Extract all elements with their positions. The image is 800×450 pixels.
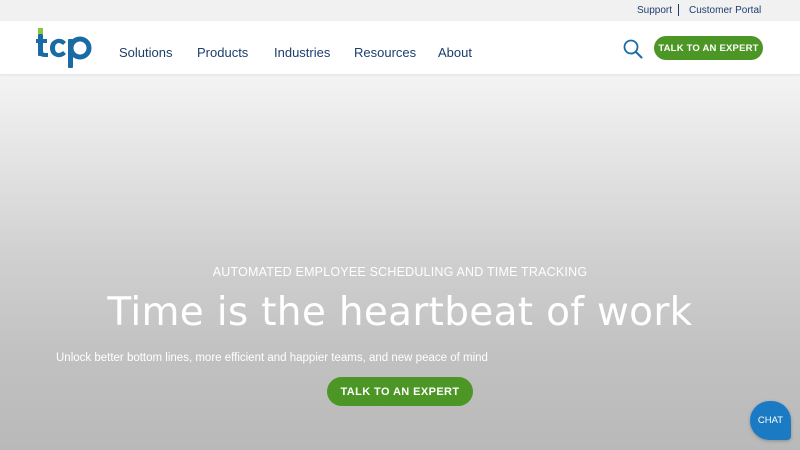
search-icon[interactable] (623, 39, 643, 59)
customer-portal-link[interactable]: Customer Portal (689, 5, 761, 16)
chat-label: CHAT (757, 415, 784, 426)
utility-divider (678, 4, 679, 16)
hero-subtitle: Unlock better bottom lines, more efficie… (56, 352, 488, 364)
talk-to-expert-button-header[interactable]: TALK TO AN EXPERT (654, 36, 763, 60)
chat-button[interactable]: CHAT (750, 401, 791, 440)
nav-products[interactable]: Products (197, 45, 248, 60)
hero-title: Time is the heartbeat of work (107, 290, 693, 335)
tcp-logo[interactable] (36, 27, 92, 69)
tcp-logo-icon (36, 28, 92, 68)
hero-eyebrow: AUTOMATED EMPLOYEE SCHEDULING AND TIME T… (212, 265, 588, 279)
nav-about[interactable]: About (438, 45, 472, 60)
nav-resources[interactable]: Resources (354, 45, 416, 60)
nav-industries[interactable]: Industries (274, 45, 330, 60)
nav-solutions[interactable]: Solutions (119, 45, 172, 60)
hero-section: AUTOMATED EMPLOYEE SCHEDULING AND TIME T… (0, 74, 800, 450)
utility-bar: Support Customer Portal (0, 0, 800, 21)
support-link[interactable]: Support (637, 5, 672, 16)
main-nav: Solutions Products Industries Resources … (0, 21, 800, 74)
talk-to-expert-button-hero[interactable]: TALK TO AN EXPERT (327, 377, 473, 406)
